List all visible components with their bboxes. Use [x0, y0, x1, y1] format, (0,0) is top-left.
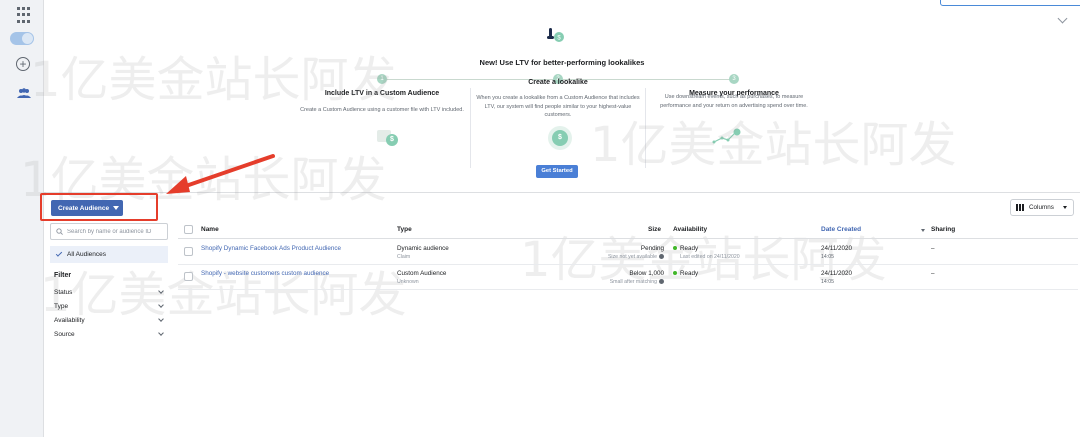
info-icon[interactable]	[659, 279, 664, 285]
header-size[interactable]: Size	[648, 226, 661, 233]
header-sharing[interactable]: Sharing	[931, 226, 955, 233]
ltv-coin-icon: $	[386, 134, 398, 146]
ready-status-icon	[673, 246, 677, 251]
columns-icon	[1016, 204, 1024, 211]
row-checkbox[interactable]	[184, 247, 193, 256]
audience-type: Custom Audience	[397, 270, 447, 277]
audience-type-sub: Claim	[397, 254, 411, 260]
step-title: Include LTV in a Custom Audience	[324, 90, 440, 97]
size-note: Small after matching	[609, 279, 657, 285]
all-audiences-item[interactable]: All Audiences	[50, 246, 168, 263]
audience-size: Below 1,000	[629, 270, 664, 277]
step-description: Create a Custom Audience using a custome…	[300, 107, 464, 113]
availability-label: Ready	[680, 245, 699, 252]
all-audiences-label: All Audiences	[67, 251, 107, 258]
availability-status: Ready	[673, 245, 698, 252]
sharing-value: –	[931, 270, 935, 277]
annotation-highlight-box	[40, 193, 158, 221]
audiences-icon[interactable]	[15, 84, 33, 102]
time-created: 14:05	[821, 279, 834, 285]
step-number: 3	[729, 74, 739, 84]
top-search-field[interactable]	[940, 0, 1080, 6]
chevron-down-icon	[158, 316, 164, 322]
audience-name-link[interactable]: Shopify Dynamic Facebook Ads Product Aud…	[201, 245, 341, 252]
annotation-arrow-icon	[166, 154, 275, 194]
audience-size: Pending	[640, 245, 664, 252]
step-number: 1	[377, 74, 387, 84]
audience-size-sub: Size not yet available	[598, 254, 664, 260]
audience-search-input[interactable]	[67, 228, 162, 235]
table-header: Name Type Size Availability Date Created…	[178, 222, 1078, 239]
time-created: 14:05	[821, 254, 834, 260]
audience-name-link[interactable]: Shopify - website customers custom audie…	[201, 270, 329, 277]
filter-label: Type	[54, 302, 69, 310]
ltv-illustration-icon: $	[547, 27, 565, 48]
sort-caret-icon[interactable]	[921, 229, 925, 232]
left-nav-rail: +	[0, 0, 44, 437]
filter-label: Availability	[54, 316, 85, 324]
app-root: + $ New! Use LTV for better-performing l…	[0, 0, 1080, 437]
filter-status[interactable]: Status	[54, 286, 166, 298]
performance-graph-icon	[712, 128, 744, 151]
row-checkbox[interactable]	[184, 272, 193, 281]
lookalike-coin-icon: $	[552, 130, 568, 146]
step-description: When you create a lookalike from a Custo…	[476, 95, 640, 118]
toggle-icon[interactable]	[10, 32, 34, 45]
columns-button[interactable]: Columns	[1010, 199, 1074, 216]
date-created: 24/11/2020	[821, 270, 853, 277]
checkmark-icon	[55, 250, 63, 257]
step-divider	[470, 88, 471, 168]
step-title: Create a lookalike	[528, 79, 588, 86]
filter-type[interactable]: Type	[54, 300, 166, 312]
apps-grid-icon[interactable]	[17, 6, 30, 24]
audience-type: Dynamic audience	[397, 245, 449, 252]
table-row[interactable]: Shopify Dynamic Facebook Ads Product Aud…	[178, 241, 1078, 265]
audience-type-sub: Unknown	[397, 279, 419, 285]
columns-label: Columns	[1029, 204, 1054, 211]
header-availability[interactable]: Availability	[673, 226, 707, 233]
filter-source[interactable]: Source	[54, 328, 166, 340]
ready-status-icon	[673, 271, 677, 276]
step-divider	[645, 88, 646, 168]
chevron-down-icon	[158, 302, 164, 308]
step-description: Use downstream events, such as purchases…	[660, 94, 808, 109]
promo-title: New! Use LTV for better-performing looka…	[479, 58, 645, 67]
filter-label: Source	[54, 330, 75, 338]
get-started-button[interactable]: Get Started	[536, 165, 578, 178]
add-circle-icon[interactable]: +	[16, 57, 30, 71]
dropdown-caret-icon	[1062, 206, 1067, 209]
date-created: 24/11/2020	[821, 245, 853, 252]
sharing-value: –	[931, 245, 935, 252]
header-type[interactable]: Type	[397, 226, 412, 233]
audience-size-sub: Small after matching	[598, 279, 664, 285]
availability-sub: Last edited on 24/11/2020	[680, 254, 740, 260]
filter-availability[interactable]: Availability	[54, 314, 166, 326]
filter-label: Status	[54, 288, 73, 296]
table-row[interactable]: Shopify - website customers custom audie…	[178, 266, 1078, 290]
info-icon[interactable]	[659, 254, 664, 260]
select-all-checkbox[interactable]	[184, 225, 193, 234]
filter-title: Filter	[54, 272, 72, 279]
chevron-down-icon	[158, 288, 164, 294]
audience-search-box[interactable]	[50, 223, 168, 240]
chevron-down-icon	[158, 330, 164, 336]
availability-label: Ready	[680, 270, 699, 277]
header-date-created[interactable]: Date Created	[821, 226, 861, 233]
availability-status: Ready	[673, 270, 698, 277]
search-icon	[56, 228, 63, 235]
header-name[interactable]: Name	[201, 226, 219, 233]
size-note: Size not yet available	[607, 254, 657, 260]
